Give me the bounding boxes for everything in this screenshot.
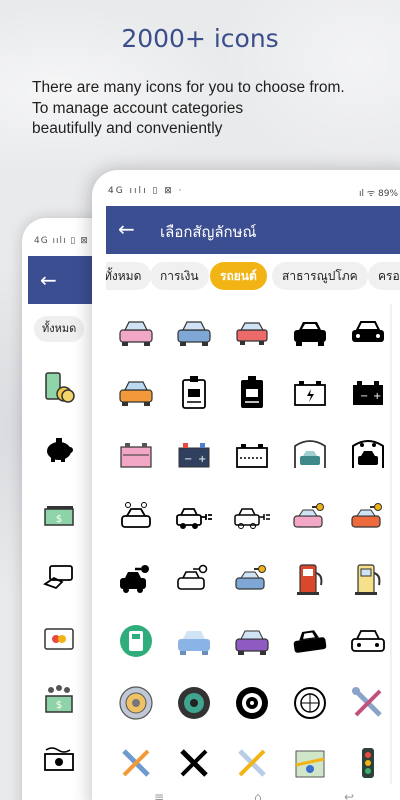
back-nav-icon[interactable]: ↩ bbox=[344, 790, 354, 800]
svg-text:$: $ bbox=[56, 514, 62, 525]
fuel-pump-red-icon[interactable] bbox=[281, 550, 339, 608]
wrench-black-icon[interactable] bbox=[165, 734, 223, 792]
android-nav-bar: ≡ ⌂ ↩ bbox=[106, 790, 400, 800]
battery-outline-icon[interactable] bbox=[223, 426, 281, 484]
traffic-light-icon[interactable] bbox=[339, 734, 397, 792]
tire-outline-icon[interactable] bbox=[281, 674, 339, 732]
wrench-tools-icon[interactable] bbox=[339, 674, 397, 732]
car-key-black-icon[interactable] bbox=[107, 550, 165, 608]
pink-car-icon[interactable] bbox=[107, 304, 165, 362]
car-key-blue-icon[interactable] bbox=[223, 550, 281, 608]
tire-green-icon[interactable] bbox=[165, 674, 223, 732]
car-key-red-icon[interactable] bbox=[339, 488, 397, 546]
map-location-icon[interactable] bbox=[281, 734, 339, 792]
pink-battery-icon[interactable] bbox=[107, 426, 165, 484]
fuel-pump-yellow-icon[interactable] bbox=[339, 550, 397, 608]
chip-finance[interactable]: การเงิน bbox=[150, 262, 209, 290]
blue-car-icon[interactable] bbox=[165, 304, 223, 362]
home-nav-icon[interactable]: ⌂ bbox=[254, 790, 262, 800]
black-car-icon[interactable] bbox=[281, 304, 339, 362]
menu-nav-icon[interactable]: ≡ bbox=[154, 790, 164, 800]
back-status-bar: 4G ıılı ▯ ⊠ · bbox=[34, 236, 97, 246]
money-stack-icon[interactable] bbox=[40, 368, 78, 406]
svg-text:−: − bbox=[184, 454, 192, 465]
wrench-color-icon[interactable] bbox=[223, 734, 281, 792]
banknote-icon[interactable]: $ bbox=[40, 498, 78, 536]
card-payment-icon[interactable] bbox=[40, 558, 78, 596]
car-crash-outline-icon[interactable] bbox=[339, 612, 397, 670]
svg-text:$: $ bbox=[56, 700, 62, 711]
car-crash-icon[interactable] bbox=[281, 612, 339, 670]
tire-black-icon[interactable] bbox=[223, 674, 281, 732]
parking-id-card-icon[interactable] bbox=[165, 364, 223, 422]
svg-text:+: + bbox=[198, 454, 206, 465]
chip-utilities[interactable]: สาธารณูปโภค bbox=[272, 262, 368, 290]
page-title: เลือกสัญลักษณ์ bbox=[160, 223, 257, 241]
description-line-1: There are many icons for you to choose f… bbox=[32, 79, 345, 96]
tire-color-icon[interactable] bbox=[107, 674, 165, 732]
wrench-blue-icon[interactable] bbox=[107, 734, 165, 792]
back-chip-all[interactable]: ทั้งหมด bbox=[34, 316, 85, 342]
category-chips: ทั้งหมด การเงิน รถยนต์ สาธารณูปโภค ครอบ bbox=[106, 262, 400, 294]
blue-car-rain-icon[interactable] bbox=[165, 612, 223, 670]
app-bar: ← เลือกสัญลักษณ์ bbox=[106, 206, 400, 254]
mastercard-icon[interactable] bbox=[40, 620, 78, 658]
svg-text:+: + bbox=[373, 391, 381, 402]
car-battery-icon[interactable]: − + bbox=[339, 364, 397, 422]
car-wash-outline-icon[interactable] bbox=[107, 488, 165, 546]
electric-car-outline-icon[interactable] bbox=[223, 488, 281, 546]
car-wash-icon[interactable] bbox=[281, 426, 339, 484]
piggy-bank-icon[interactable] bbox=[40, 430, 78, 468]
headline: 2000+ icons bbox=[121, 24, 279, 53]
cash-icon[interactable] bbox=[40, 742, 78, 780]
car-battery-outline-icon[interactable] bbox=[281, 364, 339, 422]
description-line-2: To manage account categories bbox=[32, 99, 244, 117]
black-id-card-icon[interactable] bbox=[223, 364, 281, 422]
back-arrow-icon[interactable]: ← bbox=[40, 268, 57, 292]
back-arrow-icon[interactable]: ← bbox=[118, 217, 135, 241]
people-money-icon[interactable]: $ bbox=[40, 680, 78, 718]
electric-car-icon[interactable] bbox=[165, 488, 223, 546]
svg-text:−: − bbox=[360, 391, 368, 402]
description: There are many icons for you to choose f… bbox=[32, 78, 392, 140]
red-car-front-icon[interactable] bbox=[223, 304, 281, 362]
purple-car-icon[interactable] bbox=[223, 612, 281, 670]
orange-car-icon[interactable] bbox=[107, 364, 165, 422]
black-car-wash-icon[interactable] bbox=[339, 426, 397, 484]
status-right: ıl ᯤ 89% bbox=[359, 189, 398, 199]
blue-battery-icon[interactable]: − + bbox=[165, 426, 223, 484]
ev-charger-icon[interactable] bbox=[107, 612, 165, 670]
car-key-pink-icon[interactable] bbox=[281, 488, 339, 546]
description-line-3: beautifully and conveniently bbox=[32, 120, 223, 137]
status-left: 4G ıılı ▯ ⊠ · bbox=[108, 186, 184, 196]
icon-grid: − + − + bbox=[106, 304, 400, 800]
chip-car[interactable]: รถยนต์ bbox=[210, 262, 267, 290]
front-phone-mockup: 4G ıılı ▯ ⊠ · ıl ᯤ 89% ← เลือกสัญลักษณ์ … bbox=[92, 170, 400, 800]
car-outline-icon[interactable] bbox=[339, 304, 397, 362]
chip-family[interactable]: ครอบ bbox=[368, 262, 400, 290]
status-bar: 4G ıılı ▯ ⊠ · ıl ᯤ 89% bbox=[108, 186, 398, 200]
chip-all[interactable]: ทั้งหมด bbox=[106, 262, 152, 290]
car-key-outline-icon[interactable] bbox=[165, 550, 223, 608]
